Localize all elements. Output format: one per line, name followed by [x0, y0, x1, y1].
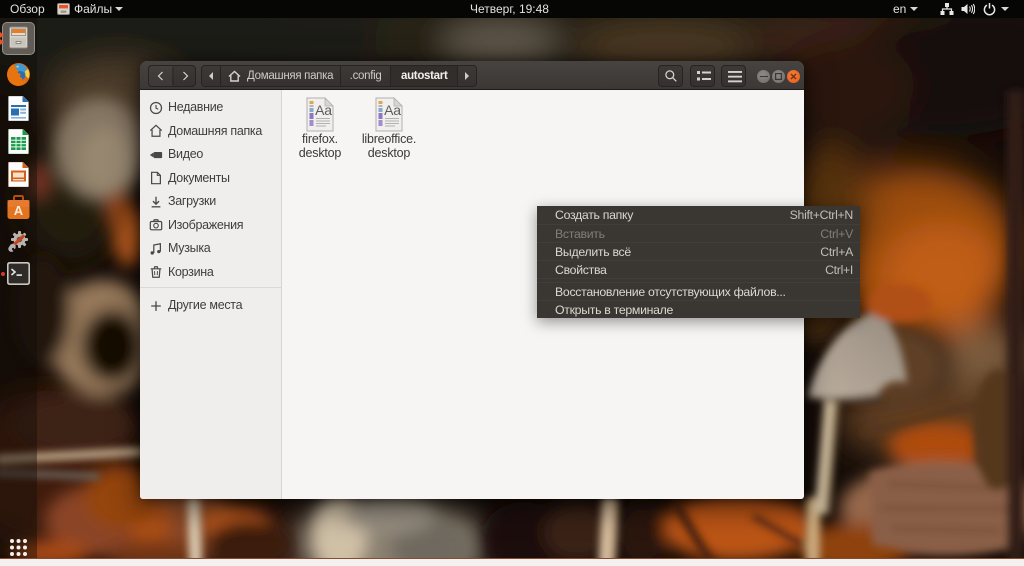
svg-text:A: A: [14, 203, 24, 218]
svg-text:Aa: Aa: [315, 102, 332, 118]
svg-text:Aa: Aa: [384, 102, 401, 118]
